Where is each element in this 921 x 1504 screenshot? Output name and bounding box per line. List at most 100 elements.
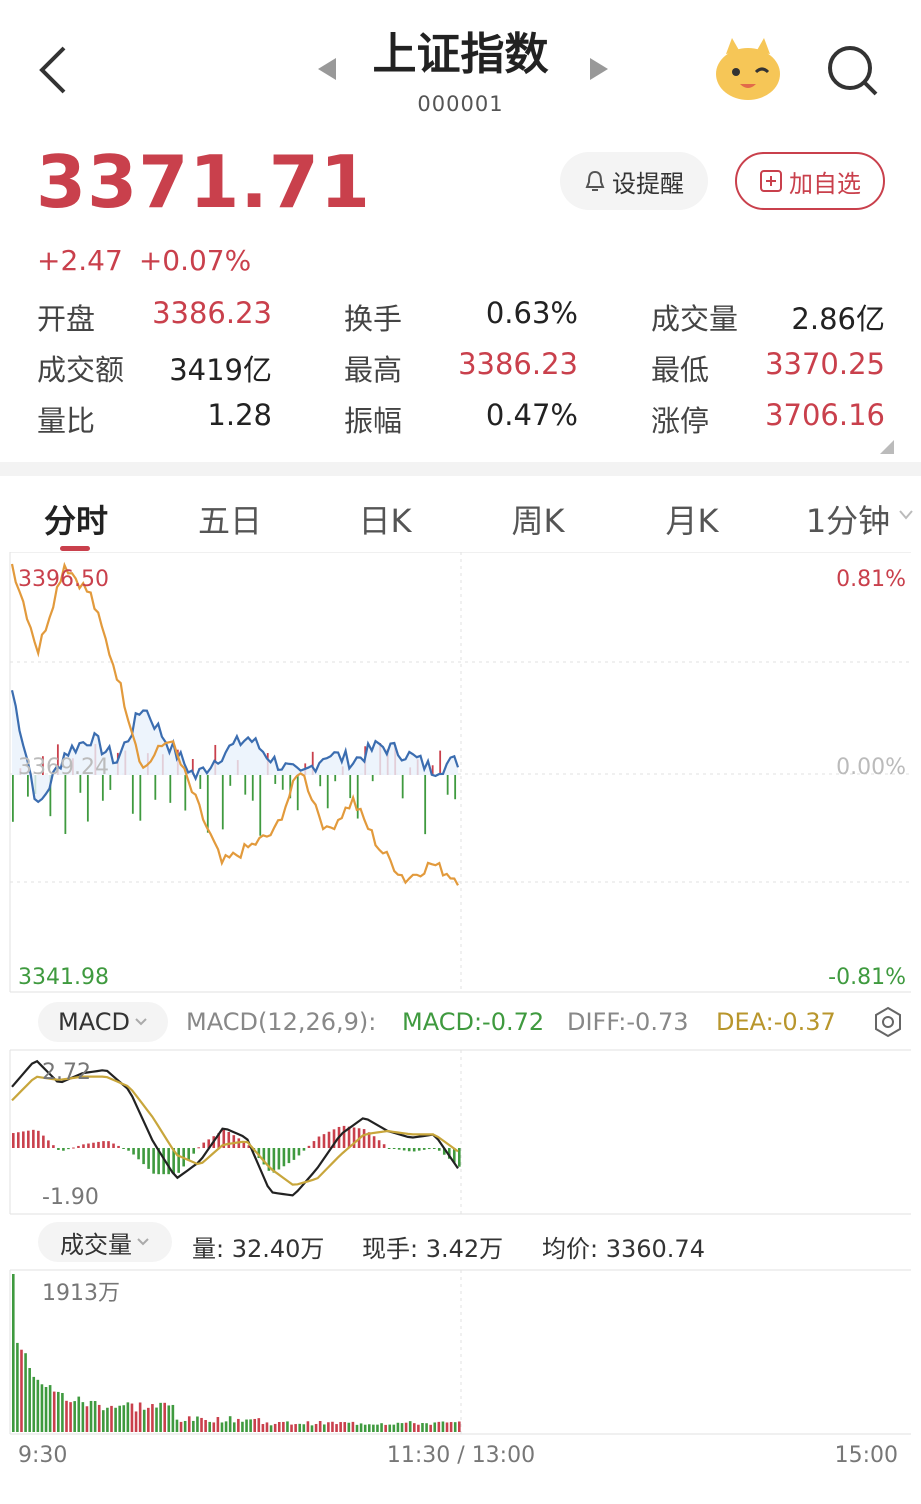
macd-bar xyxy=(342,1125,346,1148)
volume-bar xyxy=(204,1419,207,1432)
volume-bar xyxy=(200,1417,203,1432)
price-axis-high: 3396.50 xyxy=(18,567,109,592)
macd-bar xyxy=(102,1141,105,1148)
tab-weekly-k[interactable]: 周K xyxy=(498,496,578,542)
volume-bar xyxy=(429,1424,432,1432)
volume-bar xyxy=(249,1419,252,1432)
volume-bar xyxy=(458,1421,461,1432)
macd-bar xyxy=(167,1148,170,1175)
macd-bar xyxy=(402,1148,406,1151)
price-panel-bar xyxy=(229,775,232,786)
tab-daily-k[interactable]: 日K xyxy=(345,496,425,542)
volume-bar xyxy=(89,1400,93,1432)
stat-label: 涨停 xyxy=(651,404,710,438)
avg-price-value: 均价: 3360.74 xyxy=(542,1235,705,1263)
mascot-icon[interactable] xyxy=(712,36,784,102)
price-panel-bar xyxy=(251,775,254,801)
macd-params: MACD(12,26,9): xyxy=(186,1008,377,1036)
plus-square-icon xyxy=(760,170,782,192)
volume-bar xyxy=(93,1401,97,1432)
macd-bar xyxy=(52,1145,55,1148)
macd-bar xyxy=(22,1131,25,1148)
macd-bar xyxy=(302,1148,306,1151)
tab-one-minute[interactable]: 1分钟 xyxy=(798,496,898,542)
macd-bar xyxy=(117,1145,120,1148)
macd-bar xyxy=(277,1148,281,1170)
macd-indicator-select[interactable]: MACD xyxy=(38,1002,168,1042)
volume-bar xyxy=(114,1407,117,1432)
macd-bar xyxy=(77,1145,80,1148)
volume-bar xyxy=(163,1402,166,1432)
dea-line xyxy=(11,1075,459,1186)
stat-label: 成交额 xyxy=(37,353,125,387)
volume-bar xyxy=(400,1423,404,1432)
volume-bar xyxy=(196,1416,199,1432)
volume-indicator-select[interactable]: 成交量 xyxy=(38,1222,172,1262)
price-panel-bar xyxy=(319,775,322,787)
stat-value: 1.28 xyxy=(207,398,272,432)
expand-corner-icon[interactable] xyxy=(880,440,894,454)
tab-monthly-k[interactable]: 月K xyxy=(652,496,732,542)
macd-bar xyxy=(197,1147,201,1149)
macd-bar xyxy=(122,1148,125,1149)
macd-bar xyxy=(147,1148,150,1169)
volume-bar xyxy=(351,1421,355,1432)
macd-bar xyxy=(407,1148,411,1152)
macd-bar xyxy=(232,1135,236,1148)
volume-bar xyxy=(73,1401,76,1432)
volume-bar xyxy=(142,1409,146,1432)
add-favorite-button[interactable]: 加自选 xyxy=(735,152,885,210)
macd-bar xyxy=(427,1148,431,1150)
price-panel-bar xyxy=(206,775,209,833)
set-alert-button[interactable]: 设提醒 xyxy=(560,152,708,210)
macd-bar xyxy=(282,1148,286,1167)
volume-bar xyxy=(212,1422,216,1432)
bell-icon xyxy=(585,170,605,191)
chevron-down-icon xyxy=(137,1238,149,1246)
price-panel-bar xyxy=(184,775,187,811)
volume-bar xyxy=(155,1407,158,1432)
volume-bar xyxy=(81,1402,85,1432)
volume-bar xyxy=(97,1404,101,1432)
tab-five-day[interactable]: 五日 xyxy=(190,496,270,542)
macd-axis-high: 2.72 xyxy=(42,1060,91,1085)
price-panel-bar xyxy=(131,775,134,814)
macd-bar xyxy=(327,1131,331,1148)
macd-bar xyxy=(72,1147,75,1149)
price-panel-bar xyxy=(154,775,157,800)
macd-bar xyxy=(227,1131,231,1148)
settings-hex-icon[interactable] xyxy=(872,1006,904,1042)
volume-bar xyxy=(77,1396,81,1432)
volume-bar xyxy=(159,1402,162,1432)
volume-bar xyxy=(102,1410,105,1432)
chevron-down-icon[interactable] xyxy=(898,506,914,525)
volume-bar xyxy=(367,1424,371,1432)
macd-chip-label: MACD xyxy=(58,1008,130,1036)
volume-bar xyxy=(269,1425,273,1432)
next-stock-button[interactable] xyxy=(588,56,610,86)
volume-bar xyxy=(208,1421,212,1432)
volume-bar xyxy=(363,1424,367,1432)
macd-bar xyxy=(392,1148,396,1149)
volume-bar xyxy=(433,1422,437,1432)
stat-label: 换手 xyxy=(344,302,403,336)
stat-value: 3370.25 xyxy=(765,347,885,381)
stat-value: 3706.16 xyxy=(765,398,885,432)
price-panel-bar xyxy=(199,775,202,789)
stat-value: 0.63% xyxy=(485,296,578,330)
stat-value: 3419亿 xyxy=(169,353,272,387)
volume-bar xyxy=(134,1411,138,1432)
volume-bar xyxy=(130,1403,134,1432)
macd-bar xyxy=(127,1148,130,1151)
macd-bar xyxy=(107,1141,110,1148)
search-button[interactable] xyxy=(822,40,882,100)
price-axis-low: 3341.98 xyxy=(18,965,109,990)
price-panel-bar xyxy=(12,775,14,822)
volume-grid xyxy=(9,1269,911,1435)
macd-bar xyxy=(142,1148,145,1165)
price-panel-bar xyxy=(244,775,247,795)
volume-bar xyxy=(302,1424,306,1432)
change-percent: +0.07% xyxy=(138,244,252,277)
volume-bar xyxy=(28,1368,31,1432)
tab-intraday[interactable]: 分时 xyxy=(36,496,116,542)
